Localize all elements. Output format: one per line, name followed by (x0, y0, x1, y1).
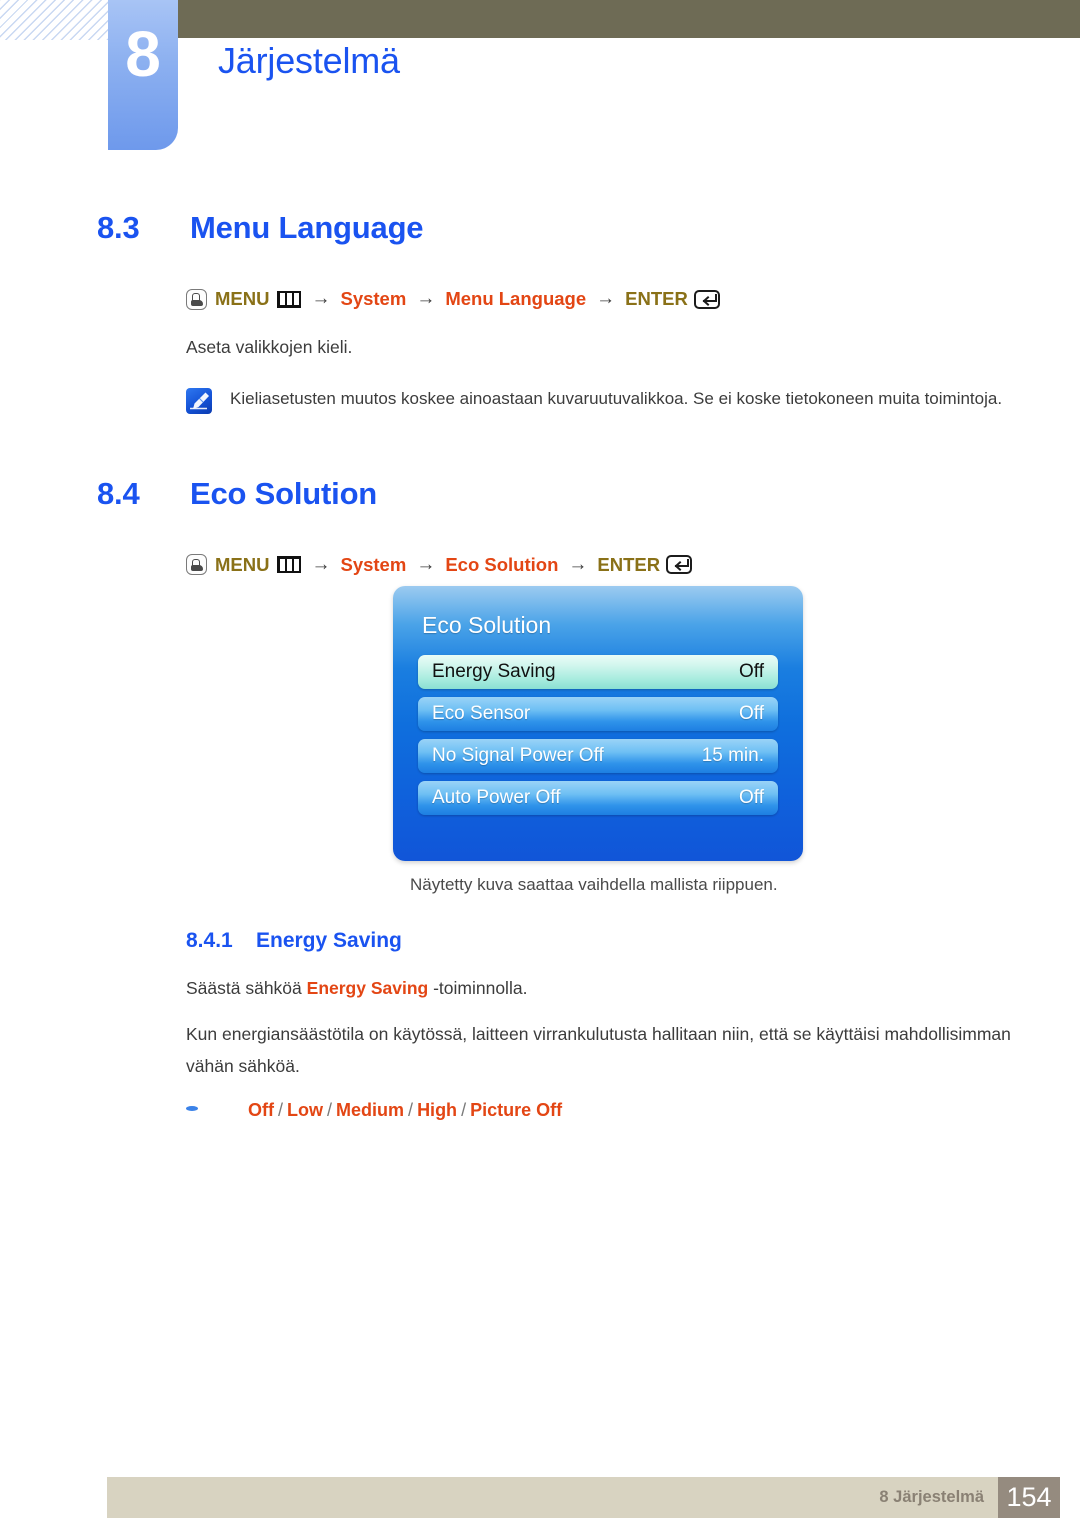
menu-path-8-3: MENU → System → Menu Language → ENTER (186, 288, 1080, 310)
menu-path-8-4: MENU → System → Eco Solution → ENTER (186, 554, 1080, 576)
subsection-line-1: Säästä sähköä Energy Saving -toiminnolla… (186, 973, 1016, 1005)
note-text: Kieliasetusten muutos koskee ainoastaan … (230, 388, 1003, 408)
enter-return-icon (693, 289, 720, 309)
section-body-8-3: Aseta valikkojen kieli. (186, 337, 353, 357)
osd-panel: Eco Solution Energy Saving Off Eco Senso… (393, 585, 803, 861)
chapter-number-block: 8 (108, 0, 178, 150)
path-crumb-system: System (340, 553, 407, 575)
enter-return-icon (666, 555, 693, 575)
footer-page-number: 154 (998, 1477, 1060, 1518)
option-separator: / (408, 1100, 414, 1121)
page-header: 8 Järjestelmä (0, 0, 1080, 160)
note-8-3: Kieliasetusten muutos koskee ainoastaan … (186, 386, 1080, 414)
section-number: 8.4 (97, 475, 140, 511)
line1-post: -toiminnolla. (428, 977, 528, 998)
osd-caption: Näytetty kuva saattaa vaihdella mallista… (410, 874, 778, 894)
path-arrow-3: → (596, 288, 616, 309)
options-list: Off / Low / Medium / High / Picture Off (248, 1100, 562, 1121)
hand-press-icon (186, 554, 207, 576)
osd-row-label: Energy Saving (432, 660, 556, 682)
chapter-number: 8 (125, 18, 161, 90)
osd-row-no-signal-power-off[interactable]: No Signal Power Off 15 min. (418, 738, 778, 773)
subsection-number: 8.4.1 (186, 928, 233, 952)
option-high: High (417, 1100, 458, 1121)
page-content: 8.3 Menu Language MENU → System → Menu La… (0, 160, 1080, 1121)
path-arrow-1: → (311, 288, 331, 309)
path-crumb-system: System (340, 288, 407, 309)
path-arrow-2: → (416, 288, 436, 309)
chapter-title: Järjestelmä (218, 40, 400, 81)
page-footer: 8 Järjestelmä 154 (107, 1477, 1060, 1518)
section-number: 8.3 (97, 210, 140, 245)
option-separator: / (461, 1100, 467, 1121)
osd-row-value: 15 min. (701, 744, 764, 766)
hand-press-icon (186, 288, 207, 310)
menu-button-label: MENU (215, 288, 270, 309)
option-separator: / (327, 1100, 333, 1121)
decorative-hatch-pattern (0, 0, 108, 40)
path-arrow-2: → (416, 553, 436, 575)
osd-row-label: Eco Sensor (432, 702, 531, 724)
path-crumb-menu-language: Menu Language (445, 288, 587, 309)
menu-grid-icon (277, 556, 302, 574)
subsection-paragraph: Kun energiansäästötila on käytössä, lait… (186, 1023, 1011, 1076)
subsection-title: Energy Saving (256, 928, 402, 952)
osd-row-label: No Signal Power Off (432, 744, 604, 766)
osd-row-auto-power-off[interactable]: Auto Power Off Off (418, 780, 778, 815)
osd-row-value: Off (739, 660, 764, 682)
bullet-dot-icon (186, 1106, 198, 1112)
enter-button-label: ENTER (597, 553, 661, 575)
option-picture-off: Picture Off (470, 1100, 563, 1121)
section-title: Eco Solution (190, 475, 378, 511)
footer-chapter-label: 8 Järjestelmä (879, 1488, 984, 1506)
osd-row-energy-saving[interactable]: Energy Saving Off (418, 654, 778, 689)
menu-button-label: MENU (215, 553, 270, 575)
osd-row-value: Off (739, 786, 764, 808)
path-crumb-eco-solution: Eco Solution (445, 553, 559, 575)
enter-button-label: ENTER (625, 288, 688, 309)
options-bullet-row: Off / Low / Medium / High / Picture Off (186, 1100, 1080, 1121)
osd-row-value: Off (739, 702, 764, 724)
section-heading-8-4: 8.4 Eco Solution (97, 476, 1080, 512)
section-title: Menu Language (190, 210, 424, 245)
subsection-heading-8-4-1: 8.4.1 Energy Saving (186, 929, 1080, 953)
path-arrow-1: → (311, 553, 331, 575)
osd-row-eco-sensor[interactable]: Eco Sensor Off (418, 696, 778, 731)
section-heading-8-3: 8.3 Menu Language (97, 210, 1080, 246)
option-off: Off (248, 1100, 274, 1121)
osd-screenshot: Eco Solution Energy Saving Off Eco Senso… (393, 585, 1080, 861)
note-pencil-icon (186, 387, 212, 414)
header-top-bar (178, 0, 1080, 38)
osd-title: Eco Solution (422, 611, 552, 638)
menu-grid-icon (277, 290, 302, 308)
path-arrow-3: → (568, 553, 588, 575)
line1-pre: Säästä sähköä (186, 977, 307, 998)
option-low: Low (287, 1100, 324, 1121)
option-separator: / (278, 1100, 284, 1121)
line1-highlight: Energy Saving (306, 977, 429, 998)
osd-row-label: Auto Power Off (432, 786, 561, 808)
option-medium: Medium (336, 1100, 405, 1121)
